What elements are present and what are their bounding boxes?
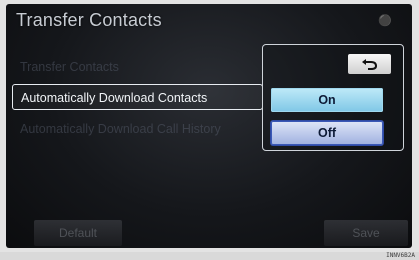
- status-indicator: ⚫: [378, 15, 392, 27]
- on-button[interactable]: On: [271, 88, 383, 112]
- back-button[interactable]: [348, 54, 391, 74]
- auto-download-contacts-item[interactable]: Automatically Download Contacts: [12, 84, 263, 110]
- touch-screen: Transfer Contacts ⚫ Transfer Contacts Au…: [6, 4, 412, 248]
- auto-download-call-history-item[interactable]: Automatically Download Call History: [12, 116, 263, 142]
- default-button[interactable]: Default: [34, 220, 122, 246]
- off-button[interactable]: Off: [271, 121, 383, 145]
- transfer-contacts-item[interactable]: Transfer Contacts: [12, 54, 263, 80]
- image-code: INNV6B2A: [386, 252, 415, 259]
- return-arrow-icon: [361, 58, 379, 70]
- page-title: Transfer Contacts: [16, 10, 162, 30]
- save-button[interactable]: Save: [324, 220, 408, 246]
